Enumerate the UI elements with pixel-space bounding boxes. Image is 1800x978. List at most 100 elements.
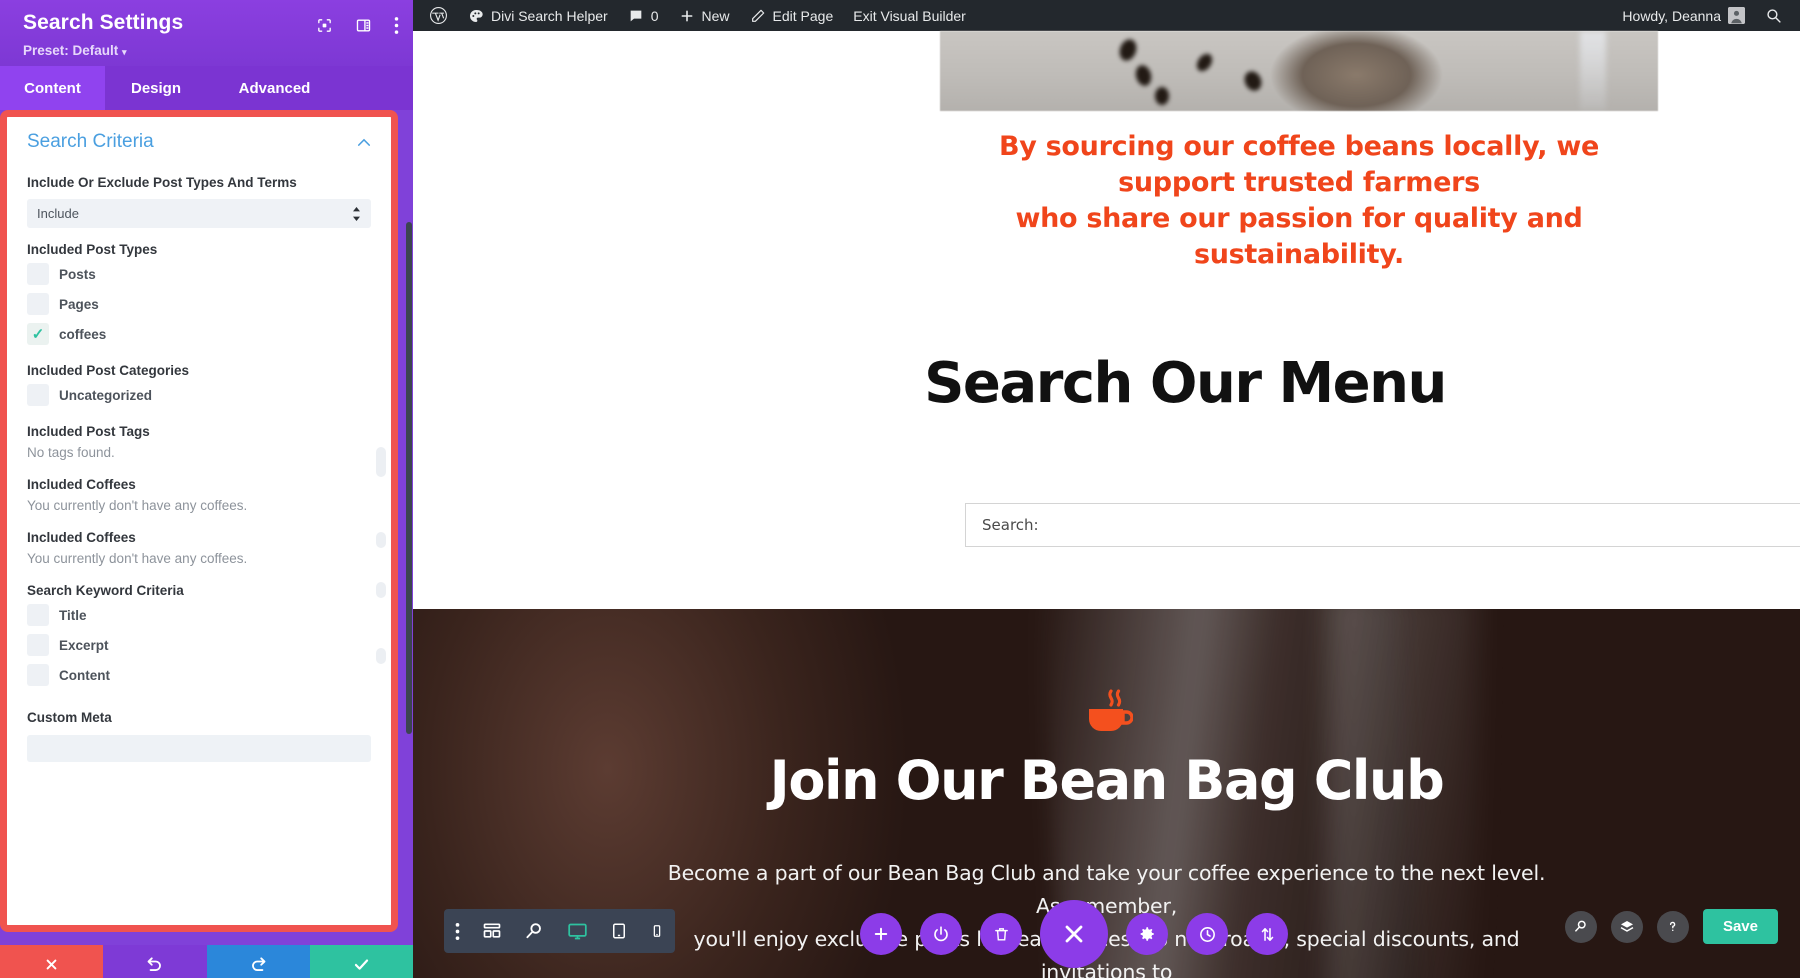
included-post-tags-label: Included Post Tags (27, 424, 150, 439)
close-menu-button[interactable] (1040, 900, 1108, 968)
builder-view-toolbar[interactable] (444, 909, 675, 953)
layout-panel-icon[interactable] (355, 17, 372, 34)
checkbox-posts[interactable] (27, 263, 49, 285)
howdy-menu[interactable]: Howdy, Deanna (1612, 0, 1755, 31)
panel-scrollbar[interactable] (406, 222, 412, 734)
save-button[interactable]: Save (1702, 909, 1778, 944)
search-keyword-criteria-label: Search Keyword Criteria (27, 583, 184, 598)
zoom-view-icon[interactable] (524, 921, 544, 941)
custom-meta-label: Custom Meta (27, 710, 112, 725)
search-icon (1765, 7, 1782, 24)
checkbox-row-excerpt[interactable]: Excerpt (27, 630, 371, 660)
checkbox-coffees[interactable]: ✓ (27, 323, 49, 345)
page-scroll-region[interactable]: By sourcing our coffee beans locally, we… (413, 31, 1800, 978)
field-included-post-tags: Included Post Tags No tags found. (7, 422, 391, 463)
coffee-photo (940, 31, 1658, 111)
search-criteria-toggle[interactable]: Search Criteria (7, 117, 391, 161)
desktop-view-icon[interactable] (567, 921, 588, 942)
help-icon[interactable] (1656, 910, 1689, 943)
phone-view-icon[interactable] (650, 921, 664, 941)
checkbox-content[interactable] (27, 664, 49, 686)
wireframe-view-icon[interactable] (482, 921, 502, 941)
preset-selector[interactable]: Preset: Default ▾ (23, 43, 127, 58)
search-input-placeholder: Search: (982, 516, 1039, 534)
search-input[interactable]: Search: (965, 503, 1800, 547)
checkbox-uncategorized[interactable] (27, 384, 49, 406)
include-exclude-value: Include (37, 206, 79, 221)
delete-button[interactable] (980, 913, 1022, 955)
add-section-button[interactable] (860, 913, 902, 955)
more-vertical-icon[interactable] (394, 16, 399, 35)
checkbox-excerpt[interactable] (27, 634, 49, 656)
inner-scroll-pip-categories[interactable] (376, 447, 386, 477)
inner-scroll-pip-coffees-1[interactable] (376, 582, 386, 598)
included-coffees-empty-2: You currently don't have any coffees. (27, 551, 248, 566)
more-vertical-icon[interactable] (455, 922, 460, 941)
portability-button[interactable] (1246, 913, 1288, 955)
toggle-builder-button[interactable] (920, 913, 962, 955)
tab-design[interactable]: Design (105, 66, 207, 110)
settings-button[interactable] (1126, 913, 1168, 955)
checkbox-pages[interactable] (27, 293, 49, 315)
checkbox-row-coffees[interactable]: ✓ coffees (27, 319, 371, 349)
howdy-label: Howdy, Deanna (1622, 7, 1721, 24)
tab-content[interactable]: Content (0, 66, 105, 110)
focus-target-icon[interactable] (316, 17, 333, 34)
tagline-line-1: By sourcing our coffee beans locally, we… (998, 131, 1599, 198)
save-settings-button[interactable] (309, 945, 413, 978)
inner-scroll-pip-coffees-2[interactable] (376, 648, 386, 664)
wp-logo-button[interactable] (419, 0, 458, 31)
include-exclude-select[interactable]: Include (27, 199, 371, 228)
checkbox-row-uncategorized[interactable]: Uncategorized (27, 380, 371, 410)
settings-tabs[interactable]: Content Design Advanced (0, 66, 413, 110)
new-label: New (701, 7, 730, 24)
layers-icon[interactable] (1610, 910, 1643, 943)
undo-button[interactable] (103, 945, 207, 978)
included-coffees-label-2: Included Coffees (27, 530, 136, 545)
site-name-menu[interactable]: Divi Search Helper (458, 0, 618, 31)
chevron-up-icon[interactable] (357, 134, 371, 151)
chevron-down-icon: ▾ (122, 47, 127, 57)
checkbox-coffees-label: coffees (59, 326, 107, 342)
cancel-button[interactable] (0, 945, 104, 978)
custom-meta-input[interactable] (27, 735, 371, 762)
builder-main-controls[interactable] (860, 900, 1288, 968)
included-post-types-label: Included Post Types (27, 242, 158, 257)
checkbox-row-title[interactable]: Title (27, 600, 371, 630)
search-icon[interactable] (1564, 910, 1597, 943)
exit-visual-builder-link[interactable]: Exit Visual Builder (843, 0, 976, 31)
builder-right-controls[interactable]: Save (1564, 909, 1778, 944)
comments-menu[interactable]: 0 (618, 0, 669, 31)
field-included-post-types: Included Post Types Posts Pages ✓ coffee… (7, 240, 391, 349)
search-criteria-highlight-frame: Search Criteria Include Or Exclude Post … (0, 110, 398, 932)
included-post-categories-label: Included Post Categories (27, 363, 190, 378)
screen-root: Divi Search Helper 0 New Edit Page Exit … (0, 0, 1800, 978)
included-coffees-label-1: Included Coffees (27, 477, 136, 492)
page-title: Search Our Menu (924, 351, 1447, 416)
settings-panel-title: Search Settings (23, 11, 184, 34)
check-icon: ✓ (31, 325, 45, 343)
history-button[interactable] (1186, 913, 1228, 955)
redo-button[interactable] (206, 945, 310, 978)
checkbox-row-pages[interactable]: Pages (27, 289, 371, 319)
edit-page-link[interactable]: Edit Page (740, 0, 844, 31)
plus-icon (679, 8, 695, 24)
tab-advanced[interactable]: Advanced (207, 66, 342, 110)
page-tagline: By sourcing our coffee beans locally, we… (940, 129, 1658, 273)
inner-scroll-pip-tags[interactable] (376, 532, 386, 548)
tablet-view-icon[interactable] (610, 921, 628, 941)
comments-count: 0 (650, 7, 659, 24)
checkbox-row-content[interactable]: Content (27, 660, 371, 690)
checkbox-uncategorized-label: Uncategorized (59, 387, 153, 403)
settings-panel-actions[interactable] (0, 945, 413, 978)
admin-search-button[interactable] (1755, 0, 1792, 31)
wp-admin-bar: Divi Search Helper 0 New Edit Page Exit … (413, 0, 1800, 31)
checkbox-title[interactable] (27, 604, 49, 626)
checkbox-row-posts[interactable]: Posts (27, 259, 371, 289)
checkbox-title-label: Title (59, 607, 87, 623)
field-search-keyword-criteria: Search Keyword Criteria Title Excerpt Co… (7, 581, 391, 690)
included-coffees-empty-1: You currently don't have any coffees. (27, 498, 248, 513)
coffee-cup-icon (413, 689, 1800, 743)
settings-panel-body[interactable]: Search Criteria Include Or Exclude Post … (7, 117, 391, 925)
new-content-menu[interactable]: New (669, 0, 740, 31)
